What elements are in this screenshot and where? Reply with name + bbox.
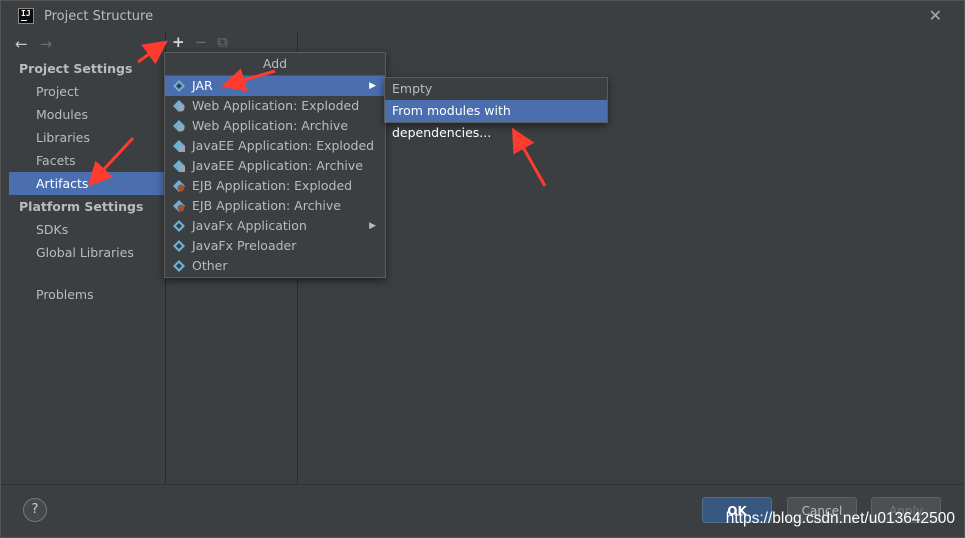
help-button[interactable]: ? bbox=[23, 498, 47, 522]
back-arrow-icon[interactable]: ← bbox=[15, 35, 28, 53]
sidebar-item-sdks[interactable]: SDKs bbox=[9, 218, 165, 241]
menu-item-label: EJB Application: Exploded bbox=[192, 178, 353, 193]
sidebar-item-artifacts[interactable]: Artifacts bbox=[9, 172, 165, 195]
menu-item-label: Other bbox=[192, 258, 228, 273]
menu-item-javafx-application[interactable]: JavaFx Application ▶ bbox=[165, 216, 385, 236]
sidebar-item-facets[interactable]: Facets bbox=[9, 149, 165, 172]
sidebar-item-modules[interactable]: Modules bbox=[9, 103, 165, 126]
intellij-logo-icon: IJ bbox=[18, 8, 34, 24]
menu-item-javaee-archive[interactable]: JavaEE Application: Archive bbox=[165, 156, 385, 176]
artifact-icon bbox=[173, 260, 185, 272]
menu-item-label: Web Application: Exploded bbox=[192, 98, 360, 113]
sidebar-item-libraries[interactable]: Libraries bbox=[9, 126, 165, 149]
menu-item-label: JavaFx Preloader bbox=[192, 238, 297, 253]
sidebar-item-project[interactable]: Project bbox=[9, 80, 165, 103]
web-artifact-icon bbox=[173, 120, 185, 132]
close-icon[interactable]: ✕ bbox=[929, 6, 942, 25]
title-bar: IJ Project Structure ✕ bbox=[1, 1, 964, 31]
menu-item-jar[interactable]: JAR ▶ bbox=[165, 76, 385, 96]
menu-item-label: Web Application: Archive bbox=[192, 118, 349, 133]
web-artifact-icon bbox=[173, 100, 185, 112]
ejb-artifact-icon bbox=[173, 200, 185, 212]
window-title: Project Structure bbox=[44, 8, 154, 24]
sidebar-item-problems[interactable]: Problems bbox=[9, 283, 165, 306]
add-icon[interactable]: + bbox=[172, 33, 185, 51]
submenu-arrow-icon: ▶ bbox=[369, 81, 376, 91]
sidebar-item-global-libraries[interactable]: Global Libraries bbox=[9, 241, 165, 264]
menu-item-web-archive[interactable]: Web Application: Archive bbox=[165, 116, 385, 136]
javafx-artifact-icon bbox=[173, 240, 185, 252]
javaee-artifact-icon bbox=[173, 160, 185, 172]
menu-item-other[interactable]: Other bbox=[165, 256, 385, 276]
watermark-text: https://blog.csdn.net/u013642500 bbox=[725, 510, 955, 527]
menu-item-label: JavaEE Application: Exploded bbox=[192, 138, 375, 153]
nav-arrows: ← → bbox=[9, 31, 165, 57]
remove-icon[interactable]: − bbox=[195, 33, 208, 51]
javafx-artifact-icon bbox=[173, 220, 185, 232]
menu-item-ejb-archive[interactable]: EJB Application: Archive bbox=[165, 196, 385, 216]
submenu-item-from-modules[interactable]: From modules with dependencies... bbox=[385, 100, 607, 140]
submenu-item-empty[interactable]: Empty bbox=[385, 78, 607, 100]
menu-item-label: EJB Application: Archive bbox=[192, 198, 341, 213]
menu-item-label: JAR bbox=[192, 78, 213, 93]
menu-header: Add bbox=[165, 53, 385, 76]
menu-item-label: JavaEE Application: Archive bbox=[192, 158, 363, 173]
jar-icon bbox=[173, 80, 185, 92]
menu-item-javafx-preloader[interactable]: JavaFx Preloader bbox=[165, 236, 385, 256]
copy-icon[interactable]: ⧉ bbox=[217, 33, 228, 51]
jar-submenu: Empty From modules with dependencies... bbox=[384, 77, 608, 140]
artifacts-toolbar: + − ⧉ bbox=[166, 31, 297, 53]
menu-item-label: JavaFx Application bbox=[192, 218, 307, 233]
settings-sidebar: ← → Project Settings Project Modules Lib… bbox=[9, 31, 165, 484]
ejb-artifact-icon bbox=[173, 180, 185, 192]
menu-item-javaee-exploded[interactable]: JavaEE Application: Exploded bbox=[165, 136, 385, 156]
menu-item-web-exploded[interactable]: Web Application: Exploded bbox=[165, 96, 385, 116]
javaee-artifact-icon bbox=[173, 140, 185, 152]
add-artifact-menu: Add JAR ▶ Web Application: Exploded Web … bbox=[164, 52, 386, 278]
project-settings-heading: Project Settings bbox=[19, 61, 133, 76]
platform-settings-heading: Platform Settings bbox=[19, 199, 144, 214]
menu-item-ejb-exploded[interactable]: EJB Application: Exploded bbox=[165, 176, 385, 196]
submenu-arrow-icon: ▶ bbox=[369, 221, 376, 231]
forward-arrow-icon[interactable]: → bbox=[40, 35, 53, 53]
sidebar-separator bbox=[9, 264, 165, 283]
